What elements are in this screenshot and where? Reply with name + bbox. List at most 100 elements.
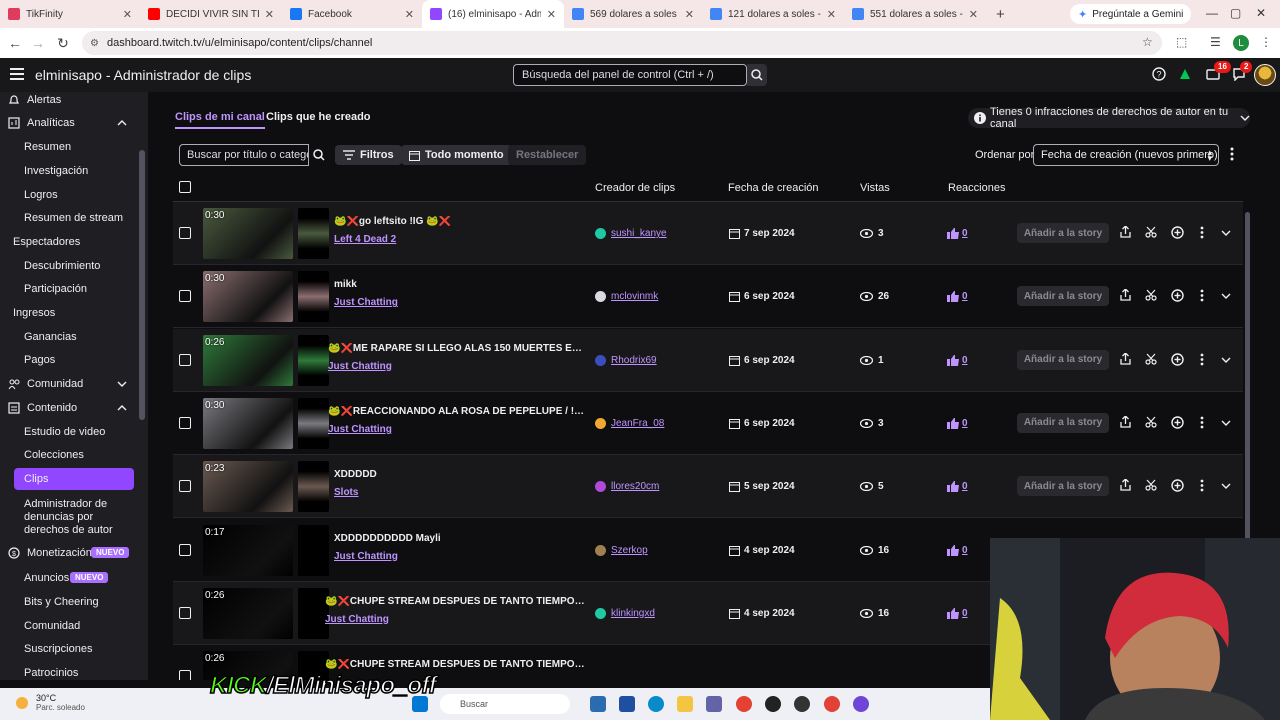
- clip-creator-link[interactable]: Rhodrix69: [595, 354, 657, 366]
- row-more-options-icon[interactable]: [1200, 289, 1204, 302]
- clip-title[interactable]: 🐸❌go leftsito !IG 🐸❌: [334, 216, 451, 227]
- discord-icon[interactable]: [853, 696, 869, 712]
- clip-thumbnail[interactable]: 0:26: [203, 334, 293, 386]
- row-checkbox[interactable]: [179, 353, 191, 366]
- sidebar-item-suscripciones[interactable]: Suscripciones: [0, 638, 138, 660]
- inbox-icon[interactable]: 16: [1206, 61, 1231, 81]
- sidebar-item-logros[interactable]: Logros: [0, 184, 138, 206]
- search-icon[interactable]: [309, 144, 329, 166]
- dashboard-search-input[interactable]: [513, 64, 747, 86]
- row-more-options-icon[interactable]: [1200, 353, 1204, 366]
- url-field[interactable]: ⚙ dashboard.twitch.tv/u/elminisapo/conte…: [82, 31, 1162, 55]
- share-icon[interactable]: [1120, 415, 1131, 428]
- clip-title[interactable]: 🐸❌ME RAPARE SI LLEGO ALAS 150 MUERTES EN…: [328, 343, 588, 354]
- table-row[interactable]: 0:26 🐸❌ME RAPARE SI LLEGO ALAS 150 MUERTE…: [173, 328, 1243, 392]
- scrollbar-thumb[interactable]: [1245, 212, 1250, 548]
- clip-vertical-thumbnail[interactable]: [298, 208, 329, 259]
- clip-category-link[interactable]: Just Chatting: [328, 424, 392, 435]
- reload-icon[interactable]: ↻: [51, 35, 75, 52]
- tab-close-icon[interactable]: ✕: [265, 8, 274, 21]
- taskbar-search[interactable]: Buscar: [440, 694, 570, 714]
- tab-close-icon[interactable]: ✕: [547, 8, 556, 21]
- gemini-button[interactable]: ✦ Pregúntale a Gemini: [1070, 4, 1192, 24]
- clip-creator-link[interactable]: JeanFra_08: [595, 417, 664, 429]
- add-to-story-button[interactable]: Añadir a la story: [1017, 412, 1109, 433]
- sidebar-item-contenido[interactable]: Contenido: [0, 397, 138, 419]
- add-circle-icon[interactable]: [1171, 226, 1184, 239]
- user-avatar[interactable]: [1254, 64, 1276, 86]
- app-icon[interactable]: [794, 696, 810, 712]
- browser-tab[interactable]: (16) elminisapo - Administ ✕: [422, 0, 564, 28]
- row-checkbox[interactable]: [179, 606, 191, 619]
- outlook-icon[interactable]: [590, 696, 606, 712]
- table-row[interactable]: 0:30 🐸❌go leftsito !IG 🐸❌ Left 4 Dead 2 sus…: [173, 202, 1243, 265]
- clip-reactions[interactable]: 0: [947, 354, 968, 366]
- add-circle-icon[interactable]: [1171, 479, 1184, 492]
- table-row[interactable]: 0:23 XDDDDD Slots llores20cm 5 sep 2024 5 0 Aña…: [173, 455, 1243, 519]
- store-icon[interactable]: [619, 696, 635, 712]
- hamburger-menu-icon[interactable]: [10, 68, 24, 80]
- close-window-icon[interactable]: ✕: [1256, 6, 1266, 20]
- clip-reactions[interactable]: 0: [947, 544, 968, 556]
- scissors-icon[interactable]: [1145, 353, 1157, 365]
- sidebar-item-investigacion[interactable]: Investigación: [0, 160, 138, 182]
- minimize-icon[interactable]: —: [1206, 6, 1218, 20]
- row-more-options-icon[interactable]: [1200, 479, 1204, 492]
- crowd-chant-icon[interactable]: [1178, 67, 1192, 81]
- sidebar-item-colecciones[interactable]: Colecciones: [0, 444, 138, 466]
- table-row[interactable]: 0:30 🐸❌REACCIONANDO ALA ROSA DE PEPELUPE …: [173, 392, 1243, 455]
- clip-title[interactable]: 🐸❌CHUPE STREAM DESPUES DE TANTO TIEMPO /…: [325, 659, 585, 670]
- row-checkbox[interactable]: [179, 543, 191, 556]
- share-icon[interactable]: [1120, 352, 1131, 365]
- clip-vertical-thumbnail[interactable]: [298, 524, 329, 576]
- clip-category-link[interactable]: Just Chatting: [325, 614, 389, 625]
- chrome-icon[interactable]: [736, 696, 752, 712]
- add-to-story-button[interactable]: Añadir a la story: [1017, 223, 1109, 243]
- sort-select[interactable]: Fecha de creación (nuevos primero) ▴ ▾: [1033, 144, 1219, 166]
- clip-category-link[interactable]: Just Chatting: [328, 361, 392, 372]
- scissors-icon[interactable]: [1145, 479, 1157, 491]
- profile-avatar[interactable]: L: [1233, 35, 1249, 51]
- clip-creator-link[interactable]: Szerkop: [595, 544, 648, 556]
- browser-menu-icon[interactable]: ⋮: [1260, 35, 1272, 49]
- scissors-icon[interactable]: [1145, 289, 1157, 301]
- clip-thumbnail[interactable]: 0:30: [203, 208, 293, 259]
- select-all-checkbox[interactable]: [179, 181, 191, 193]
- bookmark-star-icon[interactable]: ☆: [1142, 35, 1153, 49]
- clip-thumbnail[interactable]: 0:17: [203, 524, 293, 576]
- row-checkbox[interactable]: [179, 416, 191, 429]
- browser-tab[interactable]: TikFinity ✕: [0, 0, 140, 28]
- sidebar-item-clips[interactable]: Clips: [14, 468, 134, 490]
- add-to-story-button[interactable]: Añadir a la story: [1017, 286, 1109, 307]
- clip-thumbnail[interactable]: 0:30: [203, 397, 293, 449]
- sidebar-item-denuncias[interactable]: Administrador de denuncias por derechos …: [0, 498, 138, 538]
- sidebar-item-estudio-video[interactable]: Estudio de video: [0, 421, 138, 443]
- add-to-story-button[interactable]: Añadir a la story: [1017, 349, 1109, 370]
- clip-creator-link[interactable]: sushi_kanye: [595, 228, 667, 239]
- clip-title[interactable]: XDDDDD: [334, 469, 377, 480]
- scissors-icon[interactable]: [1145, 416, 1157, 428]
- weather-widget[interactable]: 30°C Parc. soleado: [14, 693, 85, 713]
- sidebar-item-resumen-stream[interactable]: Resumen de stream: [0, 207, 138, 229]
- clip-category-link[interactable]: Left 4 Dead 2: [334, 234, 396, 245]
- file-explorer-icon[interactable]: [677, 696, 693, 712]
- scrollbar-thumb[interactable]: [139, 150, 145, 420]
- sidebar-item-alertas[interactable]: Alertas: [0, 92, 138, 111]
- column-header-reactions[interactable]: Reacciones: [948, 182, 1005, 194]
- clip-thumbnail[interactable]: 0:26: [203, 587, 293, 639]
- help-icon[interactable]: ?: [1152, 67, 1166, 81]
- sidebar-item-bits[interactable]: Bits y Cheering: [0, 591, 138, 613]
- expand-row-chevron-icon[interactable]: [1221, 357, 1231, 363]
- expand-row-chevron-icon[interactable]: [1221, 420, 1231, 426]
- add-to-story-button[interactable]: Añadir a la story: [1017, 476, 1109, 497]
- column-header-views[interactable]: Vistas: [860, 182, 890, 194]
- copyright-notice[interactable]: Tienes 0 infracciones de derechos de aut…: [968, 106, 1250, 130]
- tab-close-icon[interactable]: ✕: [685, 8, 694, 21]
- new-tab-icon[interactable]: +: [986, 6, 1015, 23]
- scissors-icon[interactable]: [1145, 226, 1157, 238]
- reading-list-icon[interactable]: ☰: [1210, 35, 1221, 49]
- tab-close-icon[interactable]: ✕: [969, 8, 978, 21]
- reset-button[interactable]: Restablecer: [508, 145, 587, 165]
- sidebar-item-ganancias[interactable]: Ganancias: [0, 326, 138, 348]
- clip-category-link[interactable]: Slots: [334, 487, 358, 498]
